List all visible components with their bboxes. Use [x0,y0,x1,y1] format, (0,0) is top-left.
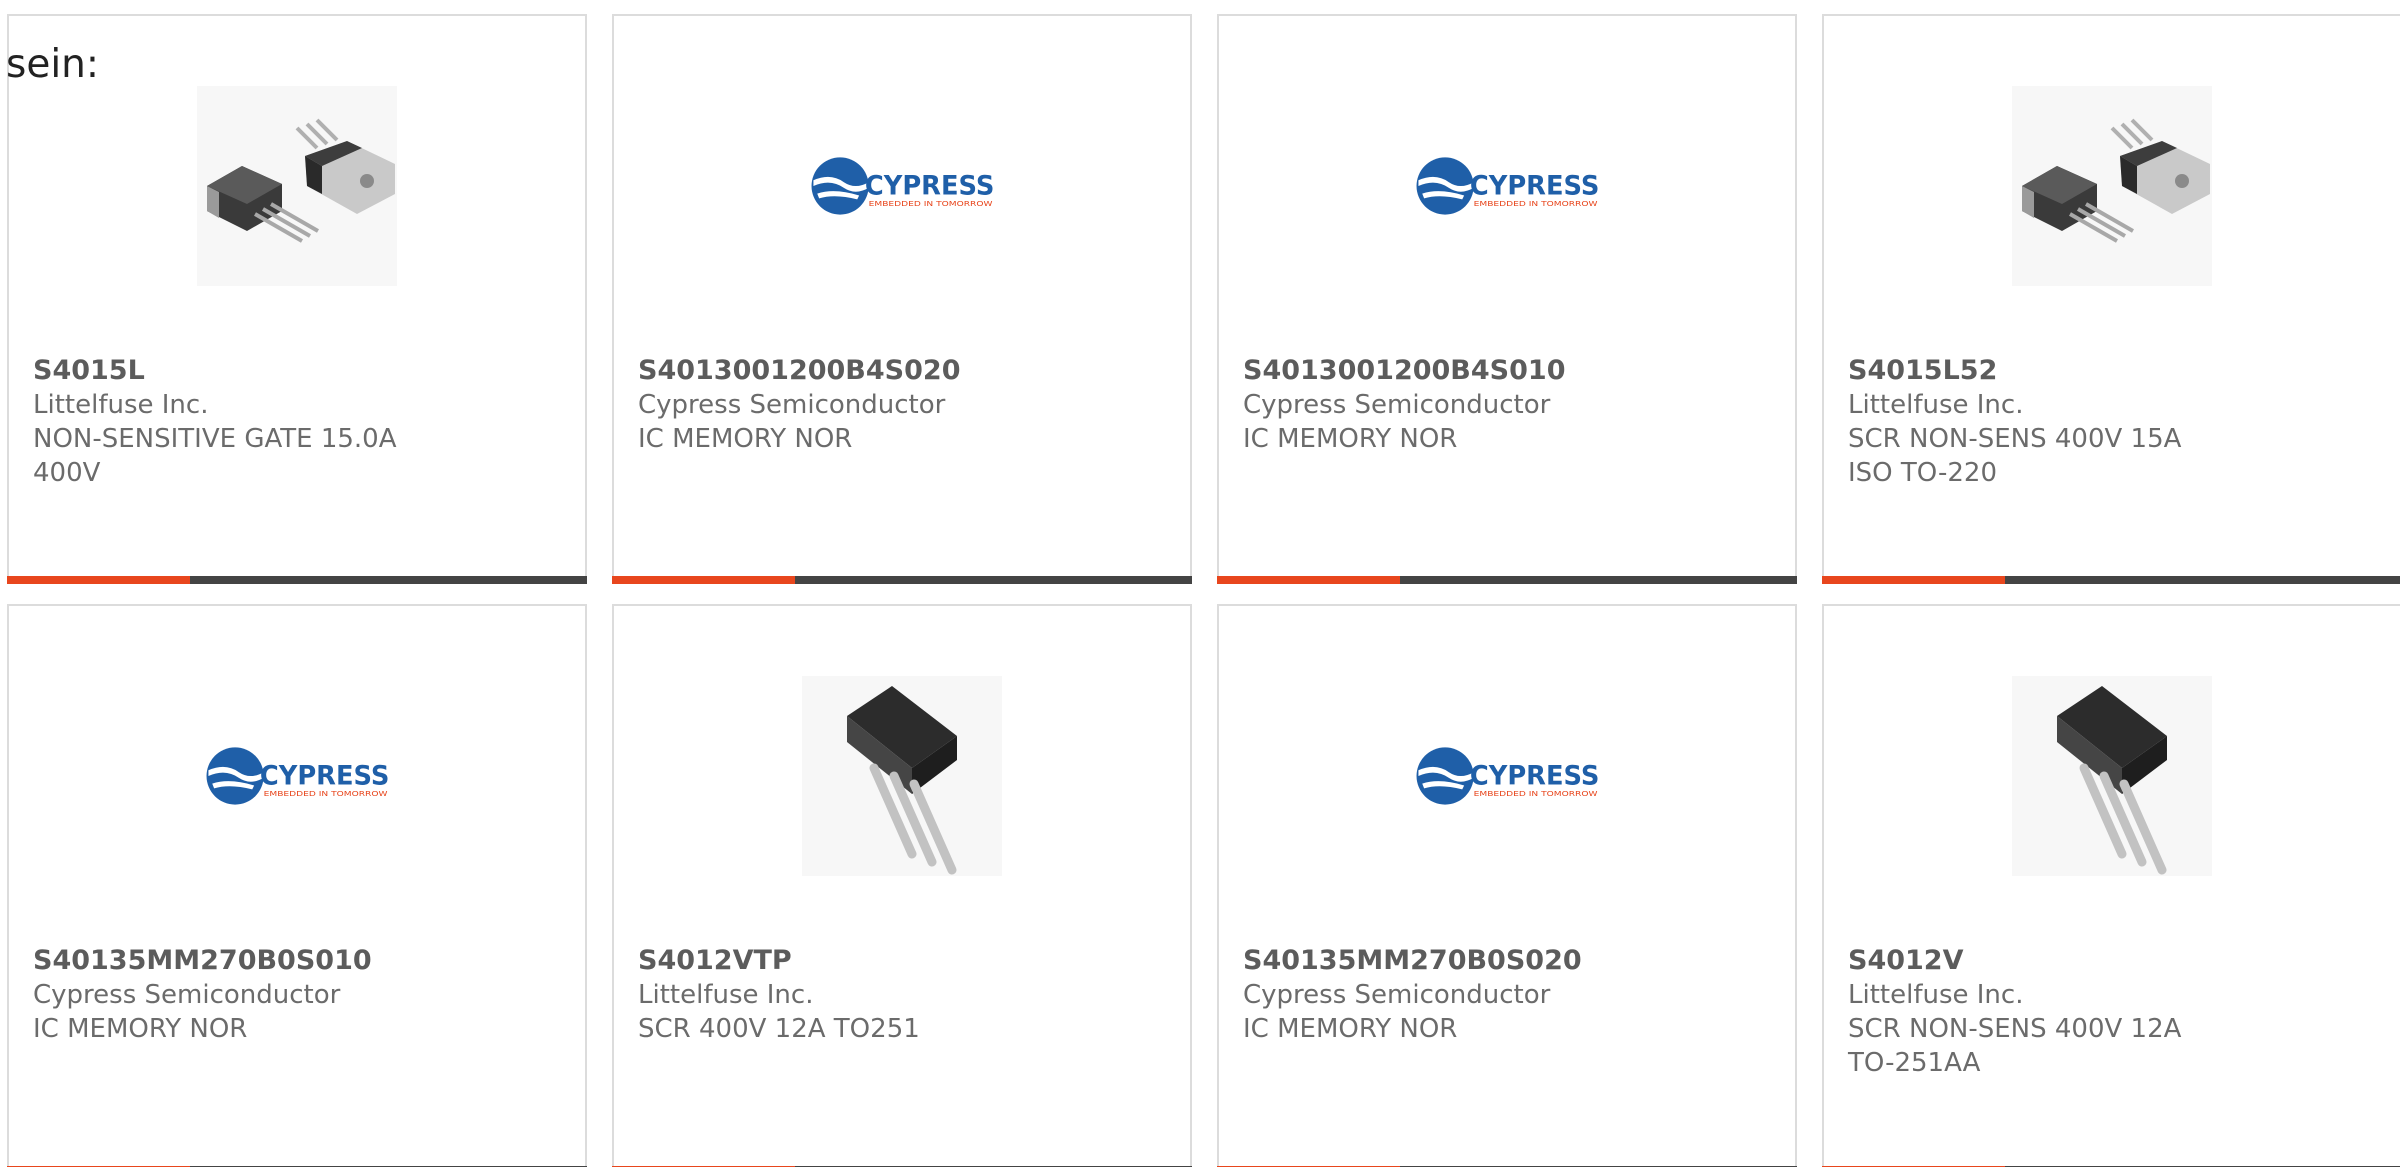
product-description: SCR 400V 12A TO251 [638,1014,920,1044]
manufacturer-name: Cypress Semiconductor [1243,390,1551,420]
product-info: S40135MM270B0S010 Cypress Semiconductor … [33,944,415,1046]
svg-text:EMBEDDED IN TOMORROW: EMBEDDED IN TOMORROW [264,790,388,798]
svg-text:CYPRESS: CYPRESS [1470,761,1600,792]
part-number[interactable]: S4013001200B4S010 [1243,354,1625,388]
product-description: IC MEMORY NOR [638,424,853,454]
card-bottom-bar [612,576,1192,584]
manufacturer-name: Littelfuse Inc. [638,980,814,1010]
product-image[interactable] [2012,676,2212,876]
product-description: SCR NON-SENS 400V 15A ISO TO-220 [1848,424,2182,488]
svg-text:EMBEDDED IN TOMORROW: EMBEDDED IN TOMORROW [869,200,993,208]
svg-text:CYPRESS: CYPRESS [260,761,390,792]
cypress-logo-icon: CYPRESSEMBEDDED IN TOMORROW [1416,747,1600,805]
manufacturer-name: Littelfuse Inc. [1848,390,2024,420]
svg-text:EMBEDDED IN TOMORROW: EMBEDDED IN TOMORROW [1474,790,1598,798]
product-description: IC MEMORY NOR [1243,424,1458,454]
manufacturer-name: Cypress Semiconductor [1243,980,1551,1010]
product-description: IC MEMORY NOR [33,1014,248,1044]
cypress-logo-icon: CYPRESSEMBEDDED IN TOMORROW [1416,157,1600,215]
part-number[interactable]: S4012V [1848,944,2230,978]
product-card[interactable]: S4012V Littelfuse Inc. SCR NON-SENS 400V… [1822,604,2400,1167]
manufacturer-name: Cypress Semiconductor [638,390,946,420]
card-bottom-bar [1822,576,2400,584]
card-bottom-bar [1217,576,1797,584]
product-card[interactable]: S4012VTP Littelfuse Inc. SCR 400V 12A TO… [612,604,1192,1167]
product-image[interactable] [2012,86,2212,286]
card-bottom-bar-accent [7,576,190,584]
card-bottom-bar-accent [1822,576,2005,584]
svg-text:EMBEDDED IN TOMORROW: EMBEDDED IN TOMORROW [1474,200,1598,208]
product-description: SCR NON-SENS 400V 12A TO-251AA [1848,1014,2182,1078]
svg-text:CYPRESS: CYPRESS [1470,171,1600,202]
product-card[interactable]: CYPRESS EMBEDDED IN TOMORROW S40135MM270B… [7,604,587,1167]
product-grid: S4015L Littelfuse Inc. NON-SENSITIVE GAT… [7,14,2400,1167]
to251-package-icon [802,676,1002,876]
product-image[interactable]: CYPRESS EMBEDDED IN TOMORROW [197,676,397,876]
part-number[interactable]: S40135MM270B0S020 [1243,944,1625,978]
cypress-logo-icon: CYPRESSEMBEDDED IN TOMORROW [206,747,390,805]
product-info: S4015L52 Littelfuse Inc. SCR NON-SENS 40… [1848,354,2230,490]
to251-package-icon [2012,676,2212,876]
product-card[interactable]: S4015L52 Littelfuse Inc. SCR NON-SENS 40… [1822,14,2400,584]
product-image[interactable] [802,676,1002,876]
manufacturer-name: Cypress Semiconductor [33,980,341,1010]
product-card[interactable]: CYPRESS EMBEDDED IN TOMORROW S40135MM270B… [1217,604,1797,1167]
product-grid-page: sein: S4015L Littelfuse Inc. NON-SENSITI… [0,0,2400,1167]
product-card[interactable]: CYPRESS EMBEDDED IN TOMORROW S4013001200B… [1217,14,1797,584]
cypress-logo-icon: CYPRESSEMBEDDED IN TOMORROW [811,157,995,215]
part-number[interactable]: S4013001200B4S020 [638,354,1020,388]
product-info: S40135MM270B0S020 Cypress Semiconductor … [1243,944,1625,1046]
product-card[interactable]: S4015L Littelfuse Inc. NON-SENSITIVE GAT… [7,14,587,584]
product-info: S4015L Littelfuse Inc. NON-SENSITIVE GAT… [33,354,415,490]
product-description: IC MEMORY NOR [1243,1014,1458,1044]
product-info: S4012VTP Littelfuse Inc. SCR 400V 12A TO… [638,944,1020,1046]
svg-text:CYPRESS: CYPRESS [865,171,995,202]
manufacturer-name: Littelfuse Inc. [1848,980,2024,1010]
to220-pair-icon [2012,86,2212,286]
manufacturer-name: Littelfuse Inc. [33,390,209,420]
part-number[interactable]: S4015L [33,354,415,388]
product-description: NON-SENSITIVE GATE 15.0A 400V [33,424,397,488]
product-info: S4013001200B4S020 Cypress Semiconductor … [638,354,1020,456]
product-info: S4013001200B4S010 Cypress Semiconductor … [1243,354,1625,456]
card-bottom-bar [7,576,587,584]
product-image[interactable] [197,86,397,286]
page-heading: sein: [6,42,100,87]
to220-pair-icon [197,86,397,286]
part-number[interactable]: S4015L52 [1848,354,2230,388]
card-bottom-bar-accent [1217,576,1400,584]
product-card[interactable]: CYPRESS EMBEDDED IN TOMORROW S4013001200B… [612,14,1192,584]
product-image[interactable]: CYPRESS EMBEDDED IN TOMORROW [1407,86,1607,286]
part-number[interactable]: S4012VTP [638,944,1020,978]
product-info: S4012V Littelfuse Inc. SCR NON-SENS 400V… [1848,944,2230,1080]
card-bottom-bar-accent [612,576,795,584]
product-image[interactable]: CYPRESS EMBEDDED IN TOMORROW [1407,676,1607,876]
product-image[interactable]: CYPRESS EMBEDDED IN TOMORROW [802,86,1002,286]
part-number[interactable]: S40135MM270B0S010 [33,944,415,978]
